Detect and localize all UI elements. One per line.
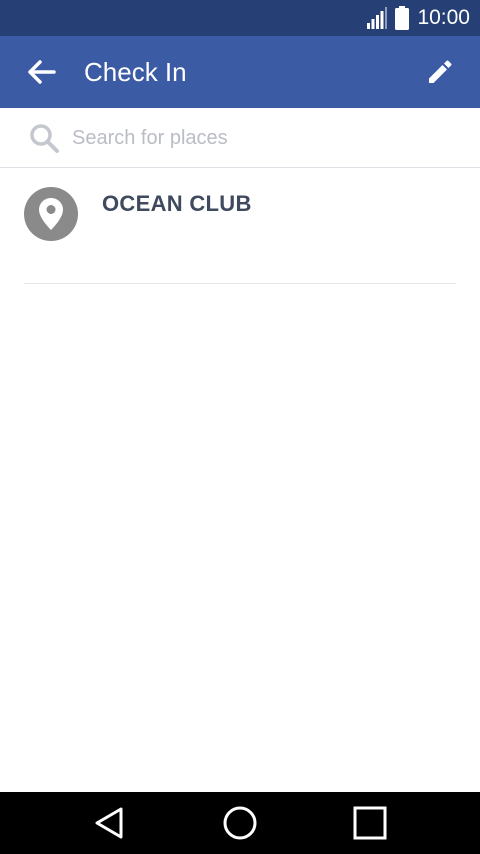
back-triangle-icon (95, 807, 123, 839)
list-item[interactable]: OCEAN CLUB (0, 169, 480, 284)
nav-recents-button[interactable] (346, 799, 394, 847)
page-title: Check In (84, 57, 187, 87)
place-name: OCEAN CLUB (102, 191, 252, 216)
map-pin-icon (39, 198, 63, 230)
search-bar (0, 108, 480, 168)
signal-icon (367, 7, 388, 29)
status-time: 10:00 (417, 6, 470, 29)
home-circle-icon (223, 806, 257, 840)
nav-back-button[interactable] (85, 799, 133, 847)
arrow-left-icon (28, 60, 56, 84)
battery-icon (395, 6, 410, 30)
status-icons: 10:00 (367, 0, 470, 36)
app-bar: Check In (0, 36, 480, 108)
nav-bar (0, 792, 480, 854)
search-icon (30, 124, 59, 153)
search-input[interactable] (72, 118, 452, 158)
status-bar: 10:00 (0, 0, 480, 36)
pencil-icon (429, 60, 452, 83)
edit-button[interactable] (416, 48, 464, 96)
nav-home-button[interactable] (216, 799, 264, 847)
place-list: OCEAN CLUB (0, 169, 480, 284)
recents-square-icon (353, 806, 387, 840)
back-button[interactable] (18, 48, 66, 96)
place-avatar (24, 187, 78, 241)
